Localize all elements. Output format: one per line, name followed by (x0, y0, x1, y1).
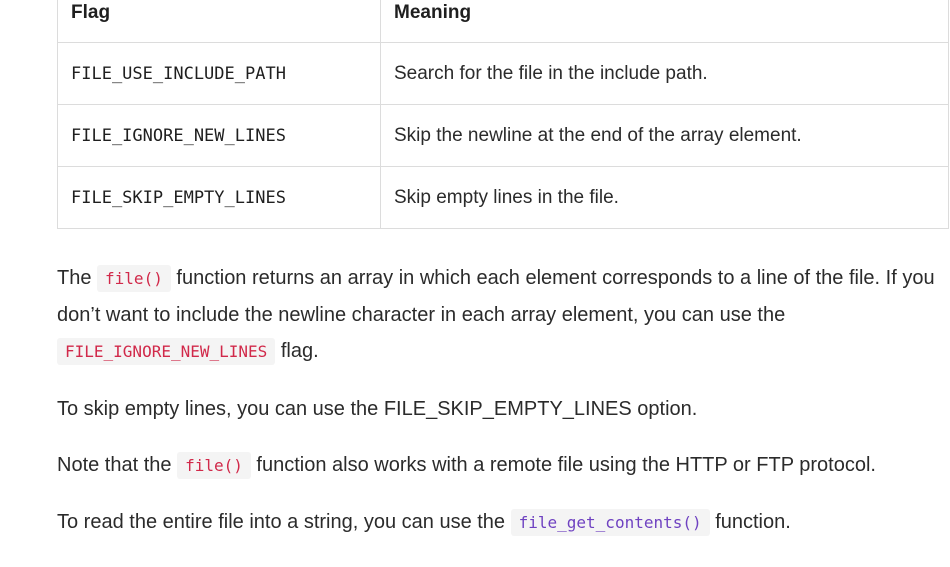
text-span: function. (709, 511, 791, 533)
inline-code-ignore-new-lines: FILE_IGNORE_NEW_LINES (57, 338, 276, 365)
table-row: FILE_USE_INCLUDE_PATH Search for the fil… (57, 42, 949, 105)
text-span: function returns an array in which each … (57, 267, 935, 326)
paragraph-file-function: The file() function returns an array in … (57, 260, 950, 370)
inline-code-file: file() (177, 452, 251, 479)
text-span: To read the entire file into a string, y… (57, 511, 511, 533)
meaning-cell: Skip empty lines in the file. (380, 166, 949, 229)
header-flag: Flag (57, 0, 381, 43)
text-span: function also works with a remote file u… (250, 454, 876, 476)
paragraph-remote-file: Note that the file() function also works… (57, 447, 950, 484)
text-span: Note that the (57, 454, 178, 476)
paragraph-skip-empty: To skip empty lines, you can use the FIL… (57, 398, 698, 420)
meaning-cell: Skip the newline at the end of the array… (380, 104, 949, 167)
header-meaning-label: Meaning (394, 1, 472, 23)
flag-cell: FILE_USE_INCLUDE_PATH (57, 42, 381, 105)
table-row: FILE_SKIP_EMPTY_LINES Skip empty lines i… (57, 166, 949, 229)
header-meaning: Meaning (380, 0, 949, 43)
text-span: The (57, 267, 98, 289)
meaning-cell: Search for the file in the include path. (380, 42, 949, 105)
table-row: FILE_IGNORE_NEW_LINES Skip the newline a… (57, 104, 949, 167)
table-header-row: Flag Meaning (57, 0, 949, 43)
header-flag-label: Flag (71, 1, 111, 23)
flag-cell: FILE_IGNORE_NEW_LINES (57, 104, 381, 167)
paragraph-file-get-contents: To read the entire file into a string, y… (57, 504, 950, 541)
inline-code-file-get-contents: file_get_contents() (510, 509, 710, 536)
inline-code-file: file() (97, 265, 171, 292)
text-span: flag. (275, 340, 319, 362)
article-content: Flag Meaning FILE_USE_INCLUDE_PATH Searc… (57, 0, 950, 541)
flag-cell: FILE_SKIP_EMPTY_LINES (57, 166, 381, 229)
flags-table: Flag Meaning FILE_USE_INCLUDE_PATH Searc… (57, 0, 949, 229)
